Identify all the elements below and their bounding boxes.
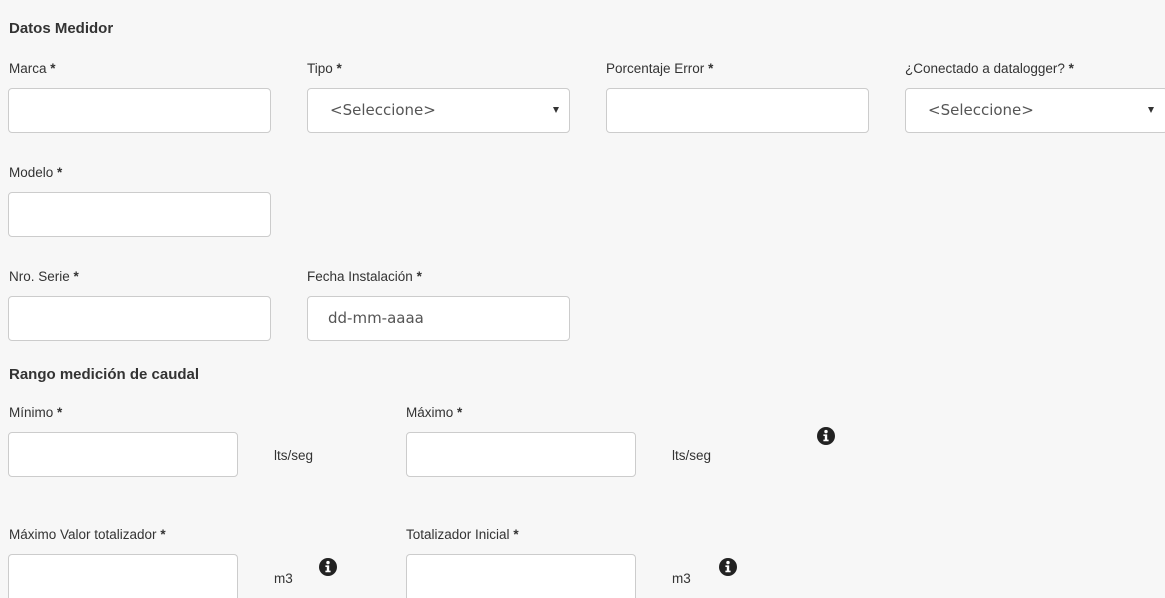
required-marker: *: [336, 61, 342, 76]
modelo-label: Modelo *: [9, 165, 62, 180]
max-valor-totalizador-label: Máximo Valor totalizador *: [9, 527, 166, 542]
nro-serie-label-text: Nro. Serie: [9, 269, 70, 284]
required-marker: *: [57, 405, 63, 420]
info-circle-icon[interactable]: [817, 427, 835, 445]
required-marker: *: [1068, 61, 1074, 76]
required-marker: *: [57, 165, 63, 180]
tipo-label: Tipo *: [307, 61, 342, 76]
section-title-datos-medidor: Datos Medidor: [9, 20, 114, 37]
modelo-input[interactable]: [8, 192, 271, 237]
max-valor-totalizador-label-text: Máximo Valor totalizador: [9, 527, 157, 542]
conectado-label: ¿Conectado a datalogger? *: [905, 61, 1074, 76]
marca-label: Marca *: [9, 61, 56, 76]
conectado-select[interactable]: <Seleccione>: [905, 88, 1165, 133]
required-marker: *: [513, 527, 519, 542]
dropdown-caret-icon: [1148, 107, 1154, 113]
conectado-label-text: ¿Conectado a datalogger?: [905, 61, 1065, 76]
totalizador-inicial-unit: m3: [672, 571, 691, 586]
totalizador-inicial-label: Totalizador Inicial *: [406, 527, 519, 542]
fecha-instalacion-label: Fecha Instalación *: [307, 269, 422, 284]
nro-serie-input[interactable]: [8, 296, 271, 341]
minimo-unit: lts/seg: [274, 448, 314, 463]
marca-label-text: Marca: [9, 61, 47, 76]
minimo-label-text: Mínimo: [9, 405, 54, 420]
info-circle-icon[interactable]: [319, 558, 337, 576]
dropdown-caret-icon: [553, 107, 559, 113]
required-marker: *: [160, 527, 166, 542]
required-marker: *: [73, 269, 79, 284]
max-valor-totalizador-input[interactable]: [8, 554, 238, 598]
porcentaje-error-label: Porcentaje Error *: [606, 61, 713, 76]
modelo-label-text: Modelo: [9, 165, 54, 180]
tipo-label-text: Tipo: [307, 61, 333, 76]
totalizador-inicial-input[interactable]: [406, 554, 636, 598]
info-circle-icon[interactable]: [719, 558, 737, 576]
section-title-rango-medicion: Rango medición de caudal: [9, 366, 200, 383]
minimo-label: Mínimo *: [9, 405, 62, 420]
fecha-instalacion-label-text: Fecha Instalación: [307, 269, 413, 284]
required-marker: *: [416, 269, 422, 284]
conectado-selected-value: <Seleccione>: [928, 101, 1034, 119]
tipo-select[interactable]: <Seleccione>: [307, 88, 570, 133]
maximo-label: Máximo *: [406, 405, 462, 420]
porcentaje-error-input[interactable]: [606, 88, 869, 133]
max-valor-totalizador-unit: m3: [274, 571, 293, 586]
required-marker: *: [50, 61, 56, 76]
fecha-instalacion-input[interactable]: dd-mm-aaaa: [307, 296, 570, 341]
maximo-input[interactable]: [406, 432, 636, 477]
maximo-label-text: Máximo: [406, 405, 454, 420]
porcentaje-error-label-text: Porcentaje Error: [606, 61, 705, 76]
maximo-unit: lts/seg: [672, 448, 712, 463]
required-marker: *: [708, 61, 714, 76]
nro-serie-label: Nro. Serie *: [9, 269, 79, 284]
minimo-input[interactable]: [8, 432, 238, 477]
required-marker: *: [457, 405, 463, 420]
totalizador-inicial-label-text: Totalizador Inicial: [406, 527, 510, 542]
marca-input[interactable]: [8, 88, 271, 133]
tipo-selected-value: <Seleccione>: [330, 101, 436, 119]
